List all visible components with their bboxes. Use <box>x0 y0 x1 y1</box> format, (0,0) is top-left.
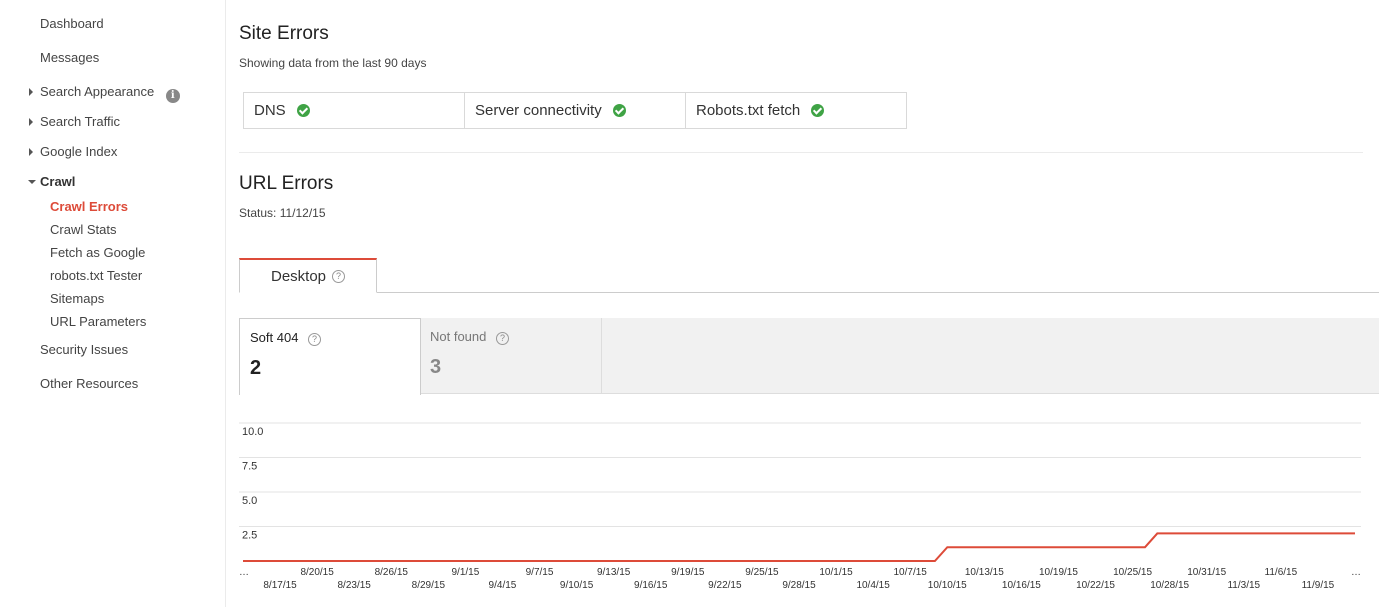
check-robots-fetch: Robots.txt fetch <box>686 93 906 128</box>
x-tick-label: 8/23/15 <box>338 580 372 591</box>
errors-chart: 10.0 7.5 5.0 2.5 … 8/20/15 8/26/15 9/1/15 9/7/15… <box>239 410 1369 607</box>
x-tick-label: 9/22/15 <box>708 580 742 591</box>
x-tick-label: 10/28/15 <box>1150 580 1189 591</box>
metric-not-found-label: Not found <box>430 329 487 344</box>
x-tick-label: 11/6/15 <box>1265 567 1298 578</box>
nav-google-index[interactable]: Google Index <box>29 144 118 159</box>
nav-security-issues[interactable]: Security Issues <box>40 342 128 357</box>
check-robots-label: Robots.txt fetch <box>696 102 801 119</box>
x-tick-label: 10/4/15 <box>856 580 890 591</box>
x-tick-label: 10/25/15 <box>1113 567 1152 578</box>
y-tick-label: 7.5 <box>242 461 257 473</box>
help-icon[interactable]: ? <box>332 269 346 283</box>
y-tick-label: 5.0 <box>242 495 257 507</box>
check-ok-icon <box>612 104 626 117</box>
metric-soft-404-label-row: Soft 404 ? <box>250 330 322 346</box>
nav-messages[interactable]: Messages <box>40 50 99 65</box>
nav-google-index-label: Google Index <box>40 144 118 159</box>
nav-dashboard[interactable]: Dashboard <box>40 16 104 31</box>
x-tick-label: 10/10/15 <box>928 580 967 591</box>
x-tick-label: 10/16/15 <box>1002 580 1041 591</box>
nav-url-parameters[interactable]: URL Parameters <box>50 314 146 329</box>
nav-crawl-stats[interactable]: Crawl Stats <box>50 222 116 237</box>
x-tick-label: 10/1/15 <box>819 567 853 578</box>
nav-search-appearance[interactable]: Search Appearance i <box>29 84 180 103</box>
x-tick-label: 11/9/15 <box>1302 580 1335 591</box>
check-dns: DNS <box>244 93 465 128</box>
x-tick-label: 10/22/15 <box>1076 580 1115 591</box>
metric-soft-404-label: Soft 404 <box>250 330 299 345</box>
x-tick-label: 9/16/15 <box>634 580 668 591</box>
x-tick-label: 9/13/15 <box>597 567 631 578</box>
site-errors-checks: DNS Server connectivity Robots.txt fetch <box>243 92 907 129</box>
nav-crawl-errors[interactable]: Crawl Errors <box>50 199 128 214</box>
x-tick-label: … <box>239 567 249 578</box>
x-tick-label: 8/26/15 <box>375 567 409 578</box>
x-tick-label: 8/20/15 <box>300 567 334 578</box>
tab-baseline <box>239 292 1379 293</box>
nav-robots-tester[interactable]: robots.txt Tester <box>50 268 142 283</box>
x-tick-label: 10/31/15 <box>1187 567 1226 578</box>
help-icon[interactable]: ? <box>308 333 322 346</box>
x-tick-label: 8/17/15 <box>263 580 297 591</box>
tab-desktop-label: Desktop <box>270 267 327 285</box>
nav-search-traffic-label: Search Traffic <box>40 114 120 129</box>
section-divider <box>239 152 1363 153</box>
x-tick-label: 10/19/15 <box>1039 567 1078 578</box>
nav-search-traffic[interactable]: Search Traffic <box>29 114 120 129</box>
caret-down-icon <box>28 180 36 184</box>
metric-not-found-value: 3 <box>430 356 442 378</box>
series-line <box>243 532 1355 562</box>
nav-sitemaps[interactable]: Sitemaps <box>50 291 104 306</box>
y-tick-label: 2.5 <box>242 530 257 542</box>
metric-not-found[interactable]: Not found ? 3 <box>420 318 602 394</box>
x-tick-label: 9/4/15 <box>489 580 517 591</box>
check-server-label: Server connectivity <box>475 102 602 119</box>
x-tick-label: … <box>1351 567 1361 578</box>
sidebar: Dashboard Messages Search Appearance i S… <box>0 0 226 607</box>
check-server-connectivity: Server connectivity <box>465 93 686 128</box>
url-errors-title: URL Errors <box>239 173 334 194</box>
x-tick-label: 9/10/15 <box>560 580 594 591</box>
url-errors-status: Status: 11/12/15 <box>239 206 326 220</box>
nav-other-resources[interactable]: Other Resources <box>40 376 138 391</box>
x-tick-label: 8/29/15 <box>412 580 446 591</box>
x-tick-label: 10/7/15 <box>894 567 928 578</box>
nav-fetch-as-google[interactable]: Fetch as Google <box>50 245 145 260</box>
x-tick-label: 10/13/15 <box>965 567 1004 578</box>
x-tick-label: 9/1/15 <box>451 567 479 578</box>
check-ok-icon <box>811 104 825 117</box>
site-errors-title: Site Errors <box>239 23 329 44</box>
nav-search-appearance-label: Search Appearance <box>40 84 155 99</box>
nav-crawl-label: Crawl <box>40 174 76 189</box>
caret-right-icon <box>29 88 33 96</box>
metric-strip: Soft 404 ? 2 Not found ? 3 <box>239 318 1379 395</box>
caret-right-icon <box>29 148 33 156</box>
metric-soft-404-value: 2 <box>250 357 262 379</box>
help-icon[interactable]: ? <box>496 332 509 345</box>
info-icon[interactable]: i <box>165 89 180 103</box>
nav-crawl[interactable]: Crawl <box>28 174 76 189</box>
errors-chart-svg: 10.0 7.5 5.0 2.5 … 8/20/15 8/26/15 9/1/15 9/7/15… <box>239 422 1361 591</box>
x-tick-label: 9/28/15 <box>782 580 816 591</box>
x-tick-label: 9/19/15 <box>671 567 705 578</box>
site-errors-subtitle: Showing data from the last 90 days <box>239 56 427 70</box>
metric-soft-404[interactable]: Soft 404 ? 2 <box>239 318 421 395</box>
caret-right-icon <box>29 118 33 126</box>
check-dns-label: DNS <box>254 102 286 119</box>
metric-not-found-label-row: Not found ? <box>430 329 509 345</box>
x-tick-label: 9/7/15 <box>526 567 554 578</box>
check-ok-icon <box>296 104 310 117</box>
x-tick-label: 11/3/15 <box>1227 580 1260 591</box>
x-tick-label: 9/25/15 <box>745 567 779 578</box>
tab-desktop[interactable]: Desktop ? <box>239 258 377 293</box>
y-tick-label: 10.0 <box>242 426 263 438</box>
